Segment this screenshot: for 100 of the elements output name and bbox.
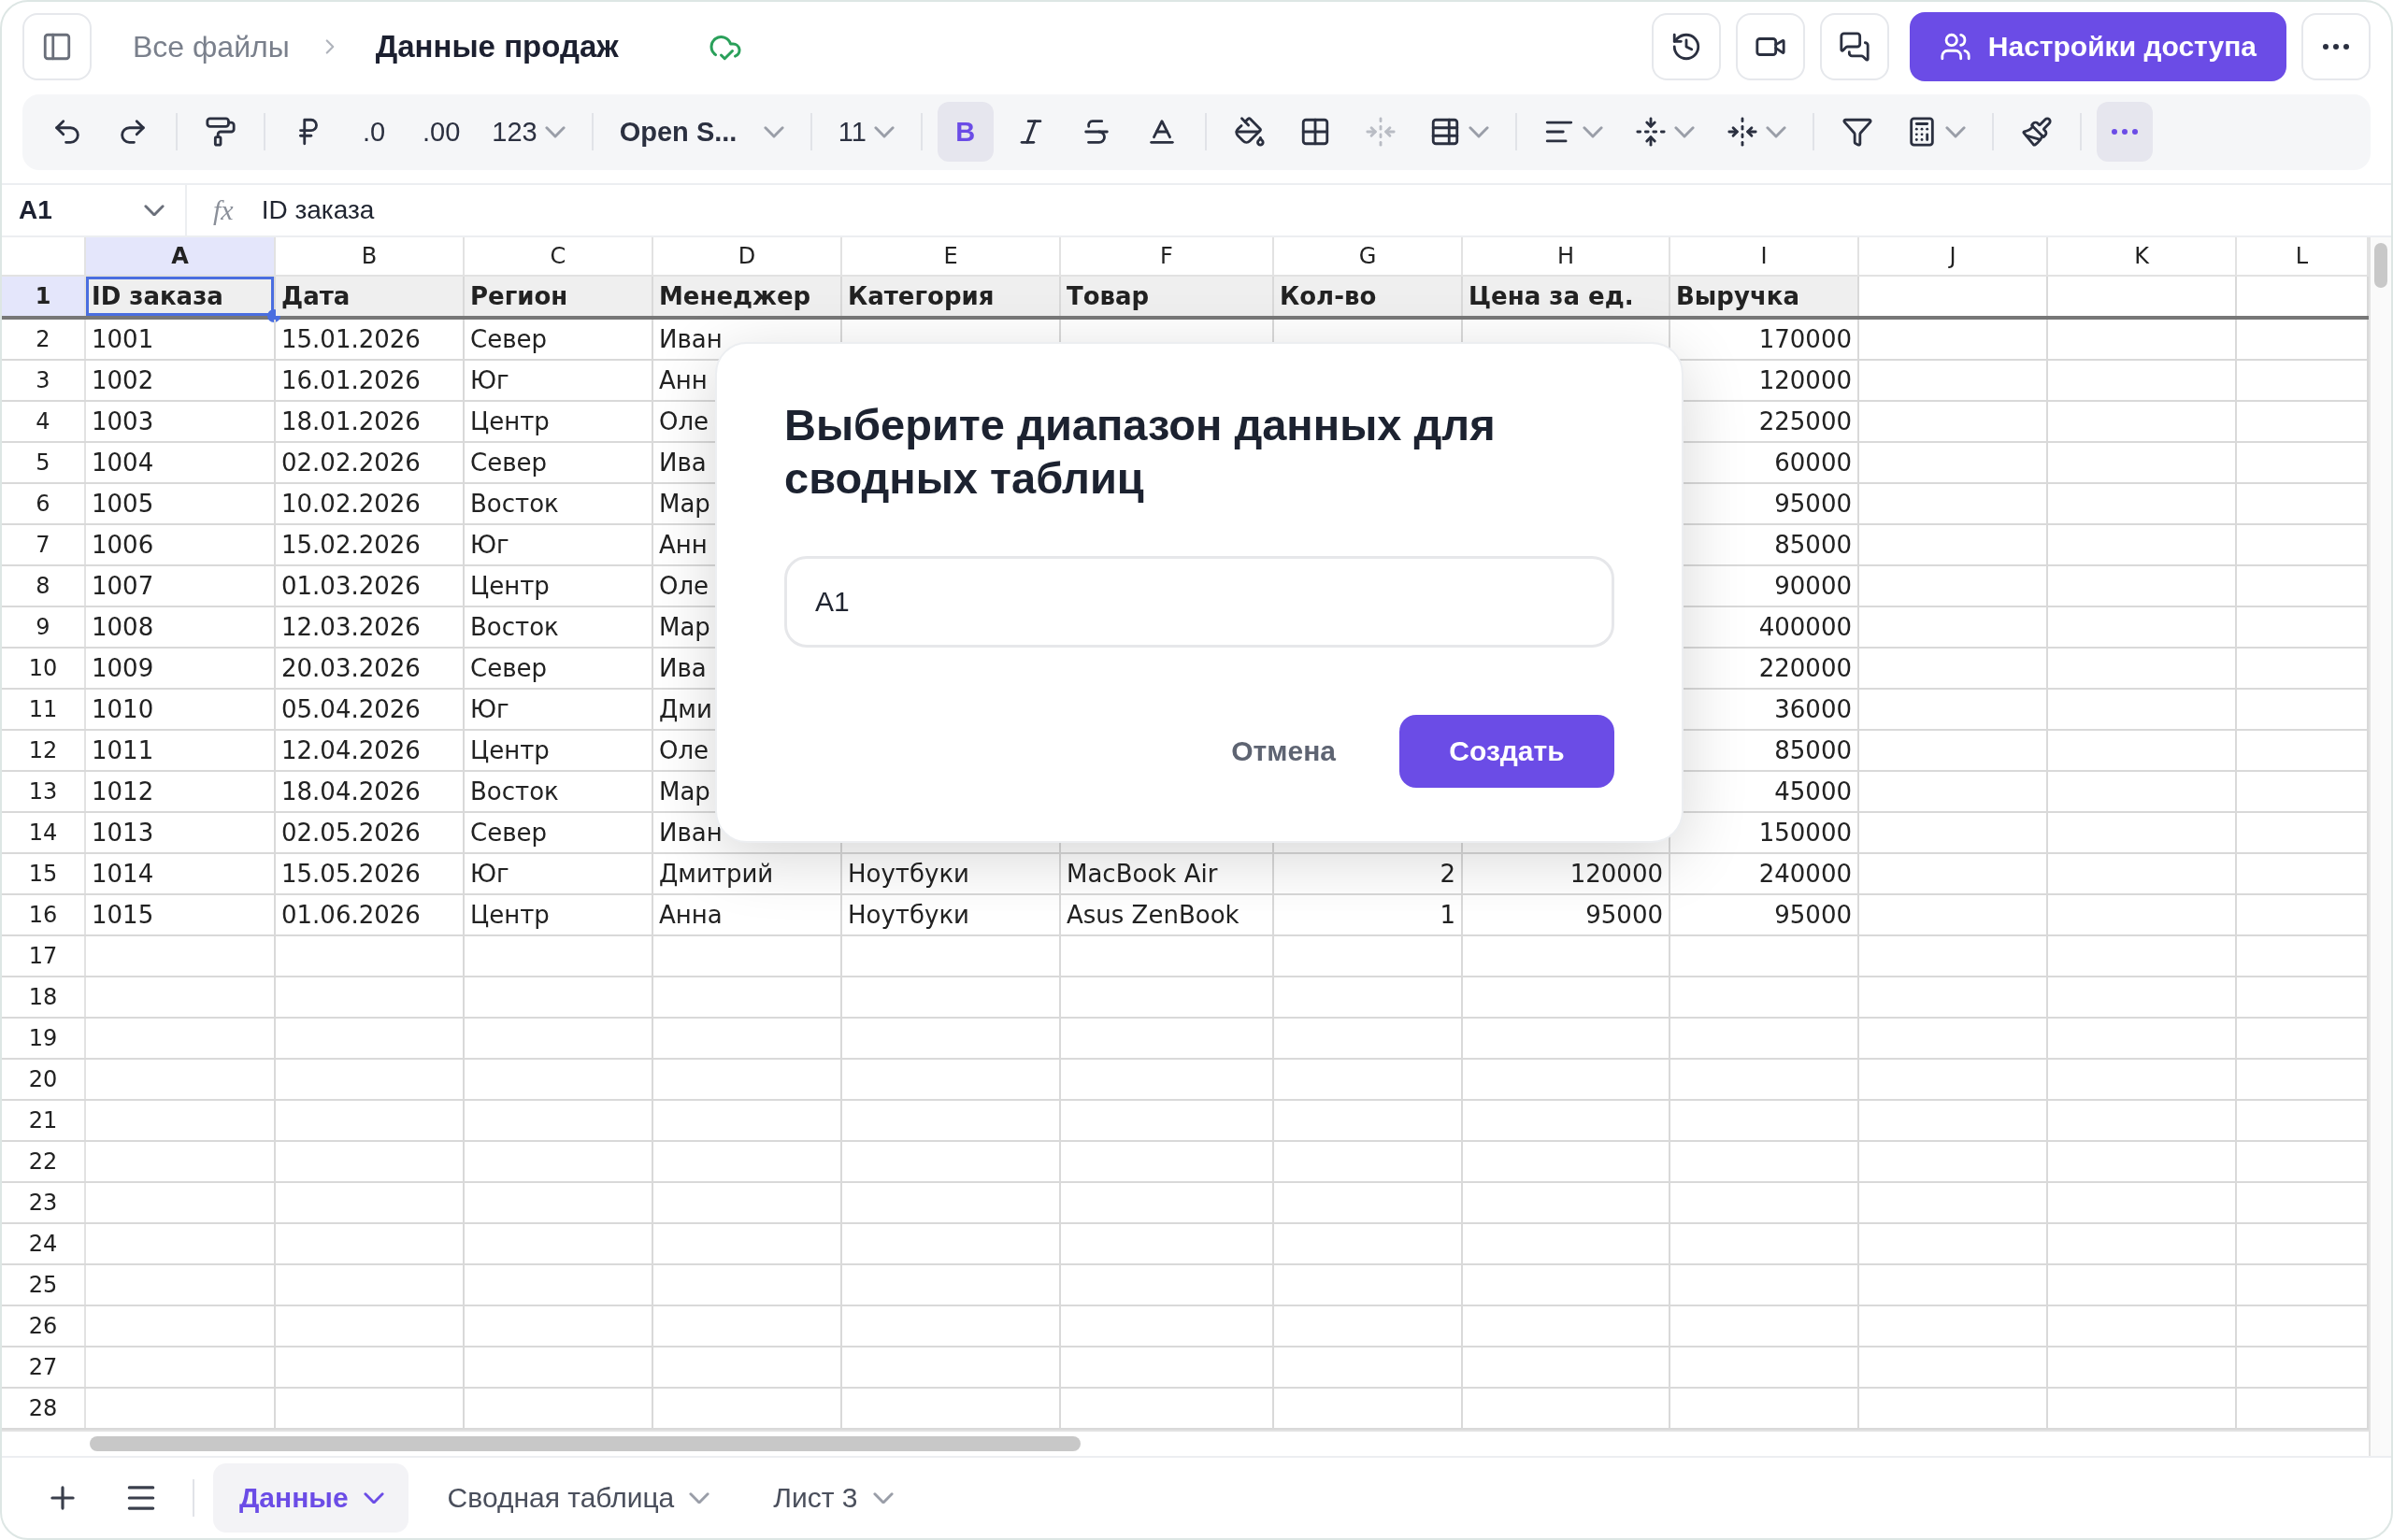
table-cell: 170000	[1758, 325, 1852, 353]
paint-roller-icon	[205, 116, 236, 149]
sheet-tab[interactable]: Лист 3	[747, 1463, 918, 1533]
column-title: Дата	[276, 277, 465, 316]
table-cell: 1007	[92, 572, 154, 600]
table-cell: Анн	[659, 366, 708, 394]
table-cell: 12.03.2026	[281, 613, 421, 641]
column-header[interactable]: B	[276, 237, 465, 277]
decimal-button[interactable]: .00	[411, 102, 472, 163]
column-header[interactable]: L	[2237, 237, 2369, 277]
column-title: Кол-во	[1274, 277, 1463, 316]
column-header[interactable]: F	[1061, 237, 1274, 277]
table-cell: Иван	[659, 325, 723, 353]
table-cell: 2	[1440, 860, 1455, 888]
table-cell: Юг	[470, 531, 509, 559]
column-title: Цена за ед.	[1463, 277, 1670, 316]
video-button[interactable]	[1735, 13, 1805, 81]
font-size-dropdown[interactable]: 11	[826, 102, 906, 163]
file-title: Данные продаж	[375, 29, 619, 65]
comments-button[interactable]	[1819, 13, 1889, 81]
chat-bubbles-icon	[1838, 31, 1870, 64]
caret-icon	[689, 1491, 710, 1504]
more-icon	[2111, 129, 2138, 135]
vertical-scrollbar[interactable]	[2374, 243, 2387, 288]
caret-icon	[544, 125, 566, 138]
table-cell: 1009	[92, 654, 154, 682]
column-header[interactable]: C	[465, 237, 653, 277]
caret-icon	[1468, 125, 1489, 138]
breadcrumb-link[interactable]: Все файлы	[133, 29, 290, 64]
caret-icon	[872, 1491, 894, 1504]
table-cell: 1014	[92, 860, 154, 888]
column-header[interactable]: K	[2048, 237, 2237, 277]
horizontal-scrollbar[interactable]	[90, 1436, 1081, 1451]
table-cell: Север	[470, 325, 547, 353]
font-dropdown[interactable]: Open S...	[608, 102, 795, 163]
table-cell: 12.04.2026	[281, 736, 421, 764]
table-cell: Оле	[659, 407, 709, 435]
row-header[interactable]: 1	[2, 277, 86, 316]
column-header[interactable]: E	[842, 237, 1061, 277]
table-cell: 01.06.2026	[281, 901, 421, 929]
table-cell: 1010	[92, 695, 154, 723]
table-cell: 20.03.2026	[281, 654, 421, 682]
caret-icon	[1582, 125, 1603, 138]
table-cell: Asus ZenBook	[1067, 901, 1239, 929]
range-input-field[interactable]: A1	[784, 555, 1614, 648]
table-cell: Ива	[659, 449, 707, 477]
cancel-button[interactable]: Отмена	[1199, 716, 1368, 786]
table-cell: 95000	[1585, 901, 1663, 929]
paintbrush-icon	[2020, 116, 2053, 149]
share-settings-button[interactable]: Настройки доступа	[1909, 12, 2286, 82]
column-header[interactable]: D	[653, 237, 842, 277]
table-cell: Оле	[659, 572, 709, 600]
number-format-dropdown[interactable]: 123	[480, 102, 577, 163]
column-header[interactable]: H	[1463, 237, 1670, 277]
more-icon	[2323, 44, 2349, 50]
bold-button[interactable]: B	[937, 102, 994, 163]
create-button[interactable]: Создать	[1399, 714, 1614, 788]
table-cell: 05.04.2026	[281, 695, 421, 723]
table-cell: Центр	[470, 572, 550, 600]
table-cell: 15.01.2026	[281, 325, 421, 353]
sheet-tab[interactable]: Сводная таблица	[421, 1463, 735, 1533]
table-cell: Восток	[470, 613, 559, 641]
column-header[interactable]: I	[1670, 237, 1859, 277]
column-header[interactable]: A	[86, 237, 276, 277]
table-cell: Центр	[470, 901, 550, 929]
table-cell: 1	[1440, 901, 1455, 929]
table-cell: 95000	[1774, 901, 1852, 929]
table-cell: 85000	[1774, 531, 1852, 559]
column-header[interactable]: J	[1859, 237, 2048, 277]
table-cell: 1015	[92, 901, 154, 929]
sidebar-toggle-button[interactable]	[22, 13, 92, 81]
table-cell: 1013	[92, 819, 154, 847]
table-cell: Юг	[470, 695, 509, 723]
column-header[interactable]: G	[1274, 237, 1463, 277]
table-cell: Центр	[470, 407, 550, 435]
column-title: Товар	[1061, 277, 1274, 316]
table-cell: 10.02.2026	[281, 490, 421, 518]
decimal-button[interactable]: .0	[346, 102, 402, 163]
table-cell: Север	[470, 449, 547, 477]
table-cell: Юг	[470, 366, 509, 394]
table-cell: 1011	[92, 736, 154, 764]
table-cell: 225000	[1758, 407, 1852, 435]
cell-reference-field[interactable]: A1	[2, 184, 187, 235]
table-cell: 1002	[92, 366, 154, 394]
table-cell: Анна	[659, 901, 723, 929]
caret-icon	[1673, 125, 1695, 138]
table-cell: 120000	[1569, 860, 1663, 888]
formula-field[interactable]: ID заказа	[261, 194, 375, 225]
table-cell: Анн	[659, 531, 708, 559]
table-cell: 18.04.2026	[281, 777, 421, 806]
column-title: Выручка	[1670, 277, 1859, 316]
more-tools-button[interactable]	[2096, 102, 2153, 163]
history-button[interactable]	[1651, 13, 1721, 81]
table-cell: 1005	[92, 490, 154, 518]
table-cell: Центр	[470, 736, 550, 764]
table-cell: 85000	[1774, 736, 1852, 764]
table-cell: Север	[470, 819, 547, 847]
table-cell: Восток	[470, 490, 559, 518]
sheet-tab[interactable]: Данные	[213, 1463, 408, 1533]
table-cell: Ноутбуки	[848, 860, 969, 888]
